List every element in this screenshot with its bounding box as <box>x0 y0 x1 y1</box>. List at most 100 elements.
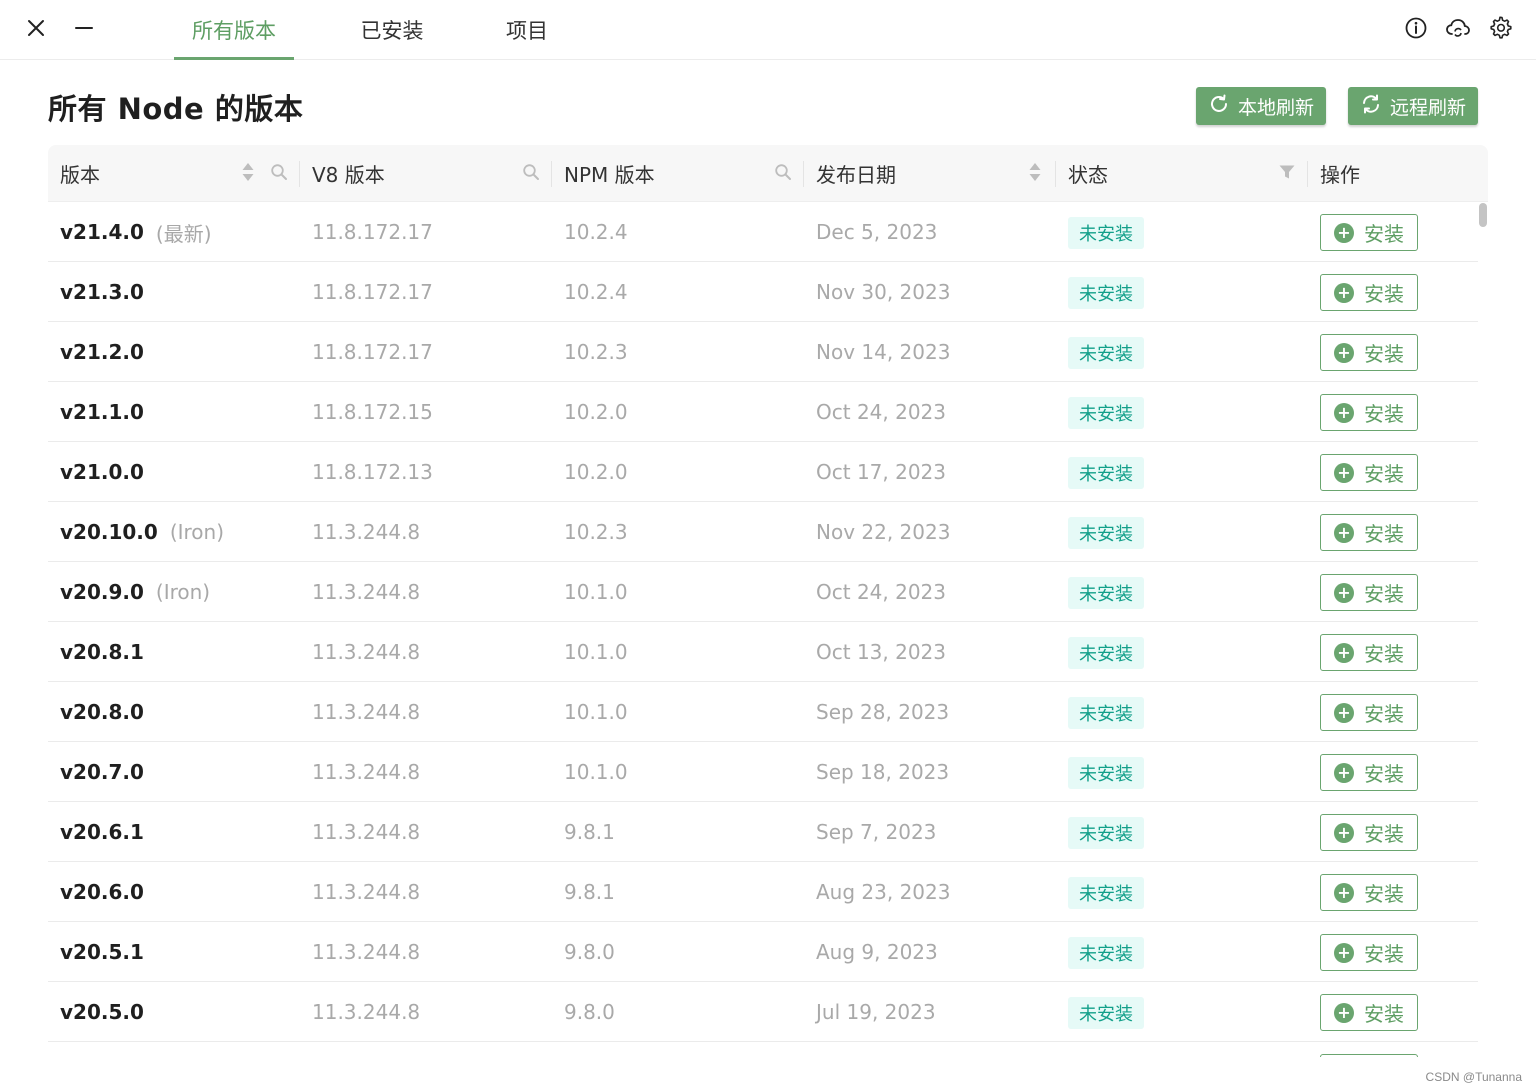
version-cell: v20.5.0 <box>60 982 144 1042</box>
local-refresh-label: 本地刷新 <box>1238 96 1315 119</box>
install-button[interactable]: + 安装 <box>1320 214 1418 251</box>
status-badge: 未安装 <box>1068 637 1144 669</box>
scrollbar-thumb[interactable] <box>1479 203 1487 227</box>
version-cell: v21.4.0 (最新) <box>60 202 212 262</box>
plus-circle-icon: + <box>1334 402 1354 423</box>
install-button[interactable]: +安装 <box>1320 634 1418 671</box>
close-button[interactable] <box>20 14 52 46</box>
table-row: v21.0.0 11.8.172.13 10.2.0 Oct 17, 2023 未安装 +… <box>48 442 1478 502</box>
status-badge: 未安装 <box>1068 397 1144 429</box>
plus-circle-icon: + <box>1334 522 1354 543</box>
release-date-cell: Oct 24, 2023 <box>816 400 946 424</box>
table-header: 版本 V8 版本 NPM 版本 发布日期 状态 操作 <box>48 145 1488 202</box>
status-badge: 未安装 <box>1068 277 1144 309</box>
remote-refresh-button[interactable]: 远程刷新 <box>1348 87 1479 125</box>
install-button[interactable]: +安装 <box>1320 334 1418 371</box>
npm-version-cell: 10.2.0 <box>564 460 628 484</box>
v8-version-cell: 11.8.172.17 <box>312 220 433 244</box>
version-tag: (Iron) <box>155 580 211 604</box>
plus-circle-icon: + <box>1334 282 1354 303</box>
release-date-cell: Oct 13, 2023 <box>816 640 946 664</box>
info-icon <box>1404 16 1428 44</box>
version-number: v20.7.0 <box>60 760 144 784</box>
minimize-button[interactable] <box>68 14 100 46</box>
install-button[interactable]: +安装 <box>1320 574 1418 611</box>
release-date-cell: Sep 7, 2023 <box>816 820 937 844</box>
sort-button-version[interactable] <box>237 162 259 186</box>
install-button[interactable]: + 安装 <box>1320 454 1418 491</box>
tab-all-versions[interactable]: 所有版本 <box>174 0 294 60</box>
npm-version-cell: 10.1.0 <box>564 760 628 784</box>
install-button[interactable]: +安装 <box>1320 814 1418 851</box>
install-button[interactable]: +安装 <box>1320 694 1418 731</box>
filter-icon <box>1278 163 1296 185</box>
tab-projects[interactable]: 项目 <box>490 0 564 60</box>
local-refresh-button[interactable]: 本地刷新 <box>1196 87 1327 125</box>
npm-version-cell: 10.2.4 <box>564 280 628 304</box>
status-badge: 未安装 <box>1068 817 1144 849</box>
settings-button[interactable] <box>1486 16 1514 44</box>
sort-button-release-date[interactable] <box>1024 162 1046 186</box>
v8-version-cell: 11.3.244.8 <box>312 940 421 964</box>
title-bar: 所有版本 已安装 项目 <box>0 0 1536 60</box>
plus-circle-icon: + <box>1334 1002 1354 1023</box>
npm-version-cell: 10.2.4 <box>564 220 628 244</box>
filter-button-status[interactable] <box>1276 162 1298 186</box>
install-button[interactable]: + 安装 <box>1320 934 1418 971</box>
plus-circle-icon: + <box>1334 642 1354 663</box>
search-button-v8[interactable] <box>520 162 542 186</box>
install-button[interactable]: + 安装 <box>1320 274 1418 311</box>
cloud-sync-button[interactable] <box>1444 16 1472 44</box>
table-row: v21.1.0 11.8.172.15 10.2.0 Oct 24, 2023 未安装 +… <box>48 382 1478 442</box>
install-label: 安装 <box>1364 522 1404 546</box>
plus-circle-icon: + <box>1334 942 1354 963</box>
install-button[interactable]: +安装 <box>1320 394 1418 431</box>
install-label: 安装 <box>1364 942 1404 966</box>
install-button[interactable]: +安装 <box>1320 754 1418 791</box>
v8-version-cell: 11.3.244.8 <box>312 580 421 604</box>
version-number: v20.10.0 <box>60 520 158 544</box>
install-label: 安装 <box>1364 822 1404 846</box>
version-cell: v21.1.0 <box>60 382 144 442</box>
status-badge: 未安装 <box>1068 697 1144 729</box>
v8-version-cell: 11.8.172.13 <box>312 460 433 484</box>
table-row: v21.2.0 11.8.172.17 10.2.3 Nov 14, 2023 未安装 +… <box>48 322 1478 382</box>
install-button[interactable]: +安装 <box>1320 994 1418 1031</box>
table-row: v21.3.0 11.8.172.17 10.2.4 Nov 30, 2023 未安装 +… <box>48 262 1478 322</box>
table-row: v20.9.0 (Iron) 11.3.244.8 10.1.0 Oct 24, 202… <box>48 562 1478 622</box>
version-tag: (Iron) <box>169 520 225 544</box>
plus-circle-icon: + <box>1334 462 1354 483</box>
install-button[interactable]: + 安装 <box>1320 514 1418 551</box>
release-date-cell: Sep 28, 2023 <box>816 700 950 724</box>
sort-icon <box>1028 161 1042 187</box>
release-date-cell: Nov 14, 2023 <box>816 340 951 364</box>
tab-installed[interactable]: 已安装 <box>340 0 444 60</box>
version-number: v21.2.0 <box>60 340 144 364</box>
search-button-npm[interactable] <box>772 162 794 186</box>
version-number: v20.8.0 <box>60 700 144 724</box>
status-badge: 未安装 <box>1068 337 1144 369</box>
sort-icon <box>241 161 255 187</box>
install-button[interactable]: +安装 <box>1320 874 1418 911</box>
vertical-scrollbar[interactable] <box>1478 202 1488 1057</box>
install-label: 安装 <box>1364 462 1404 486</box>
version-cell: v20.8.0 <box>60 682 144 742</box>
version-cell: v20.9.0 (Iron) <box>60 562 210 622</box>
install-label: 安装 <box>1364 282 1404 306</box>
info-button[interactable] <box>1402 16 1430 44</box>
install-label: 安装 <box>1364 762 1404 786</box>
install-label: 安装 <box>1364 222 1404 246</box>
release-date-cell: Jul 19, 2023 <box>816 1000 936 1024</box>
release-date-cell: Nov 30, 2023 <box>816 280 951 304</box>
install-label: 安装 <box>1364 582 1404 606</box>
install-button[interactable]: +安装 <box>1320 1054 1418 1057</box>
search-button-version[interactable] <box>268 162 290 186</box>
column-header-npm: NPM 版本 <box>564 163 655 187</box>
table-row: v20.6.1 11.3.244.8 9.8.1 Sep 7, 2023 未安装 + 安装 <box>48 802 1478 862</box>
npm-version-cell: 9.8.1 <box>564 880 615 904</box>
table-row: v20.8.1 11.3.244.8 10.1.0 Oct 13, 2023 未安装 + 安… <box>48 622 1478 682</box>
v8-version-cell: 11.3.244.8 <box>312 760 421 784</box>
plus-circle-icon: + <box>1334 882 1354 903</box>
plus-circle-icon: + <box>1334 222 1354 243</box>
table-row: v20.7.0 11.3.244.8 10.1.0 Sep 18, 2023 未安装 + 安… <box>48 742 1478 802</box>
